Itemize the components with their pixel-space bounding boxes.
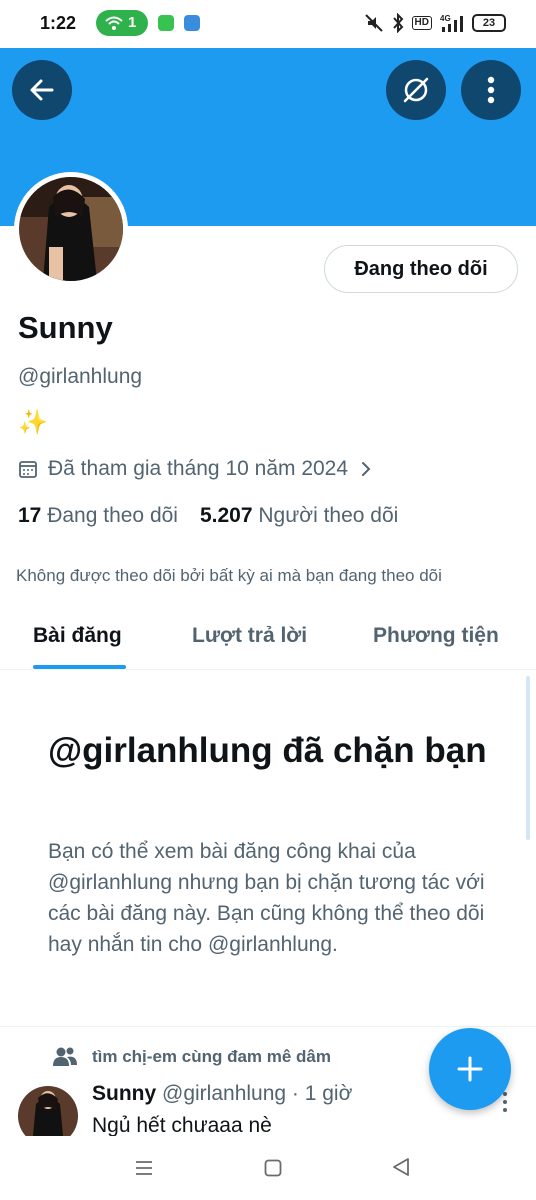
tweet-header: Sunny @girlanhlung · 1 giờ	[92, 1082, 352, 1106]
more-vertical-icon	[487, 76, 495, 104]
tab-media[interactable]: Phương tiện	[373, 624, 499, 648]
battery-indicator: 23	[472, 14, 506, 32]
following-label: Đang theo dõi	[47, 504, 178, 527]
scrollbar[interactable]	[526, 676, 530, 840]
following-button[interactable]: Đang theo dõi	[324, 245, 518, 293]
following-count: 17	[18, 504, 42, 527]
profile-avatar[interactable]	[14, 172, 128, 286]
blocked-title: @girlanhlung đã chặn bạn	[48, 731, 487, 770]
joined-date: Đã tham gia tháng 10 năm 2024	[48, 457, 349, 480]
community-context[interactable]: tìm chị-em cùng đam mê dâm	[52, 1044, 331, 1070]
community-icon	[53, 1047, 77, 1066]
wifi-badge-count: 1	[128, 14, 137, 31]
weather-app-icon	[184, 15, 200, 31]
profile-bio: ✨	[18, 409, 48, 436]
followers-label: Người theo dõi	[258, 504, 399, 527]
hd-badge: HD	[411, 16, 432, 30]
grok-button[interactable]	[386, 60, 446, 120]
network-label: 4G	[440, 14, 451, 23]
avatar-photo	[19, 177, 123, 281]
profile-name: Sunny	[18, 310, 113, 345]
active-tab-indicator	[33, 665, 126, 669]
mute-icon	[364, 14, 383, 32]
tweet-text[interactable]: Ngủ hết chưaaa nè	[92, 1114, 272, 1138]
system-nav-bar	[0, 1136, 536, 1200]
wifi-hotspot-badge: 1	[96, 10, 148, 36]
tweet-author-name[interactable]: Sunny	[92, 1082, 156, 1105]
home-icon[interactable]	[263, 1158, 283, 1178]
status-bar: 1:22 1 HD 4G 23	[0, 0, 536, 48]
following-stat[interactable]: 17 Đang theo dõi	[18, 504, 178, 527]
back-button[interactable]	[12, 60, 72, 120]
not-followed-notice: Không được theo dõi bởi bất kỳ ai mà bạn…	[16, 566, 442, 585]
more-options-button[interactable]	[461, 60, 521, 120]
tweet-meta: @girlanhlung · 1 giờ	[162, 1082, 353, 1105]
tab-replies[interactable]: Lượt trả lời	[192, 624, 307, 648]
follow-stats: 17 Đang theo dõi 5.207 Người theo dõi	[18, 504, 398, 528]
grok-icon	[403, 77, 429, 103]
chevron-right-icon	[362, 462, 371, 476]
profile-tabs: Bài đăng Lượt trả lời Phương tiện	[0, 606, 536, 670]
compose-button[interactable]	[429, 1028, 511, 1110]
profile-handle: @girlanhlung	[18, 365, 143, 388]
followers-stat[interactable]: 5.207 Người theo dõi	[200, 504, 398, 527]
wifi-icon	[105, 16, 123, 30]
bluetooth-icon	[392, 13, 403, 33]
community-name: tìm chị-em cùng đam mê dâm	[92, 1047, 331, 1066]
blocked-description: Bạn có thể xem bài đăng công khai của @g…	[48, 840, 485, 956]
recent-apps-icon[interactable]	[134, 1158, 154, 1178]
status-right-icons: HD 4G 23	[364, 12, 506, 34]
calendar-icon	[19, 461, 37, 478]
back-triangle-icon[interactable]	[390, 1156, 412, 1178]
joined-date-row[interactable]: Đã tham gia tháng 10 năm 2024	[18, 456, 382, 482]
arrow-left-icon	[30, 79, 54, 101]
followers-count: 5.207	[199, 504, 253, 527]
messages-app-icon	[158, 15, 174, 31]
divider	[0, 1026, 536, 1027]
status-time: 1:22	[40, 13, 77, 33]
tab-posts[interactable]: Bài đăng	[33, 624, 122, 648]
plus-icon	[457, 1056, 483, 1082]
signal-icon: 4G	[440, 14, 463, 32]
